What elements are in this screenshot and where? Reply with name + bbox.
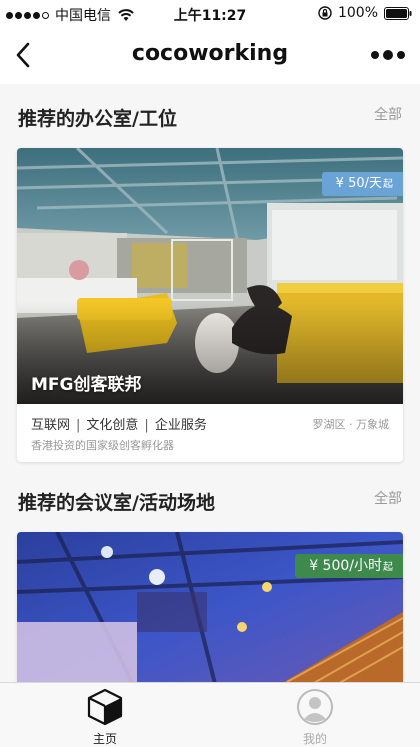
tag-separator: | <box>76 418 81 433</box>
view-all-offices-link[interactable]: 全部 <box>374 104 402 124</box>
tag-separator: | <box>144 418 149 433</box>
price-tag: ¥ 500/小时起 <box>295 554 403 578</box>
office-tags: 互联网 | 文化创意 | 企业服务 <box>31 414 207 433</box>
price-tag: ¥ 50/天起 <box>321 172 403 196</box>
venue-card[interactable]: ¥ 500/小时起 <box>17 532 403 692</box>
tab-label: 我的 <box>302 732 327 746</box>
tab-home[interactable]: 主页 <box>0 683 210 747</box>
cube-icon <box>87 688 123 726</box>
nav-bar: cocoworking <box>0 28 420 84</box>
section-title-offices: 推荐的办公室/工位 <box>18 108 177 130</box>
office-location: 罗湖区 · 万象城 <box>312 418 390 431</box>
view-all-meeting-rooms-link[interactable]: 全部 <box>374 488 402 508</box>
battery-area: 100% <box>318 5 412 21</box>
tag: 互联网 <box>31 418 71 433</box>
office-name: MFG创客联邦 <box>31 375 142 395</box>
status-bar: 中国电信 上午11:27 100% <box>0 0 420 28</box>
more-options-icon[interactable] <box>370 47 406 63</box>
price-suffix: 起 <box>383 179 393 190</box>
user-avatar-icon <box>297 689 333 725</box>
page-title: cocoworking <box>131 41 289 66</box>
tab-bar: 主页 我的 <box>0 682 420 747</box>
section-title-meeting-rooms: 推荐的会议室/活动场地 <box>18 492 215 514</box>
tab-me[interactable]: 我的 <box>210 683 420 747</box>
price-value: ¥ 50/天 <box>335 176 382 191</box>
rotation-lock-icon <box>318 6 332 20</box>
tag: 企业服务 <box>154 418 207 433</box>
battery-icon <box>384 6 412 20</box>
tag: 文化创意 <box>86 418 139 433</box>
office-description: 香港投资的国家级创客孵化器 <box>31 439 174 452</box>
office-card[interactable]: ¥ 50/天起 MFG创客联邦 互联网 | 文化创意 | 企业服务 罗湖区 · 万象城 … <box>17 148 403 462</box>
price-suffix: 起 <box>383 562 393 573</box>
tab-label: 主页 <box>92 732 117 746</box>
battery-percent: 100% <box>337 5 378 21</box>
price-value: ¥ 500/小时 <box>309 558 382 574</box>
